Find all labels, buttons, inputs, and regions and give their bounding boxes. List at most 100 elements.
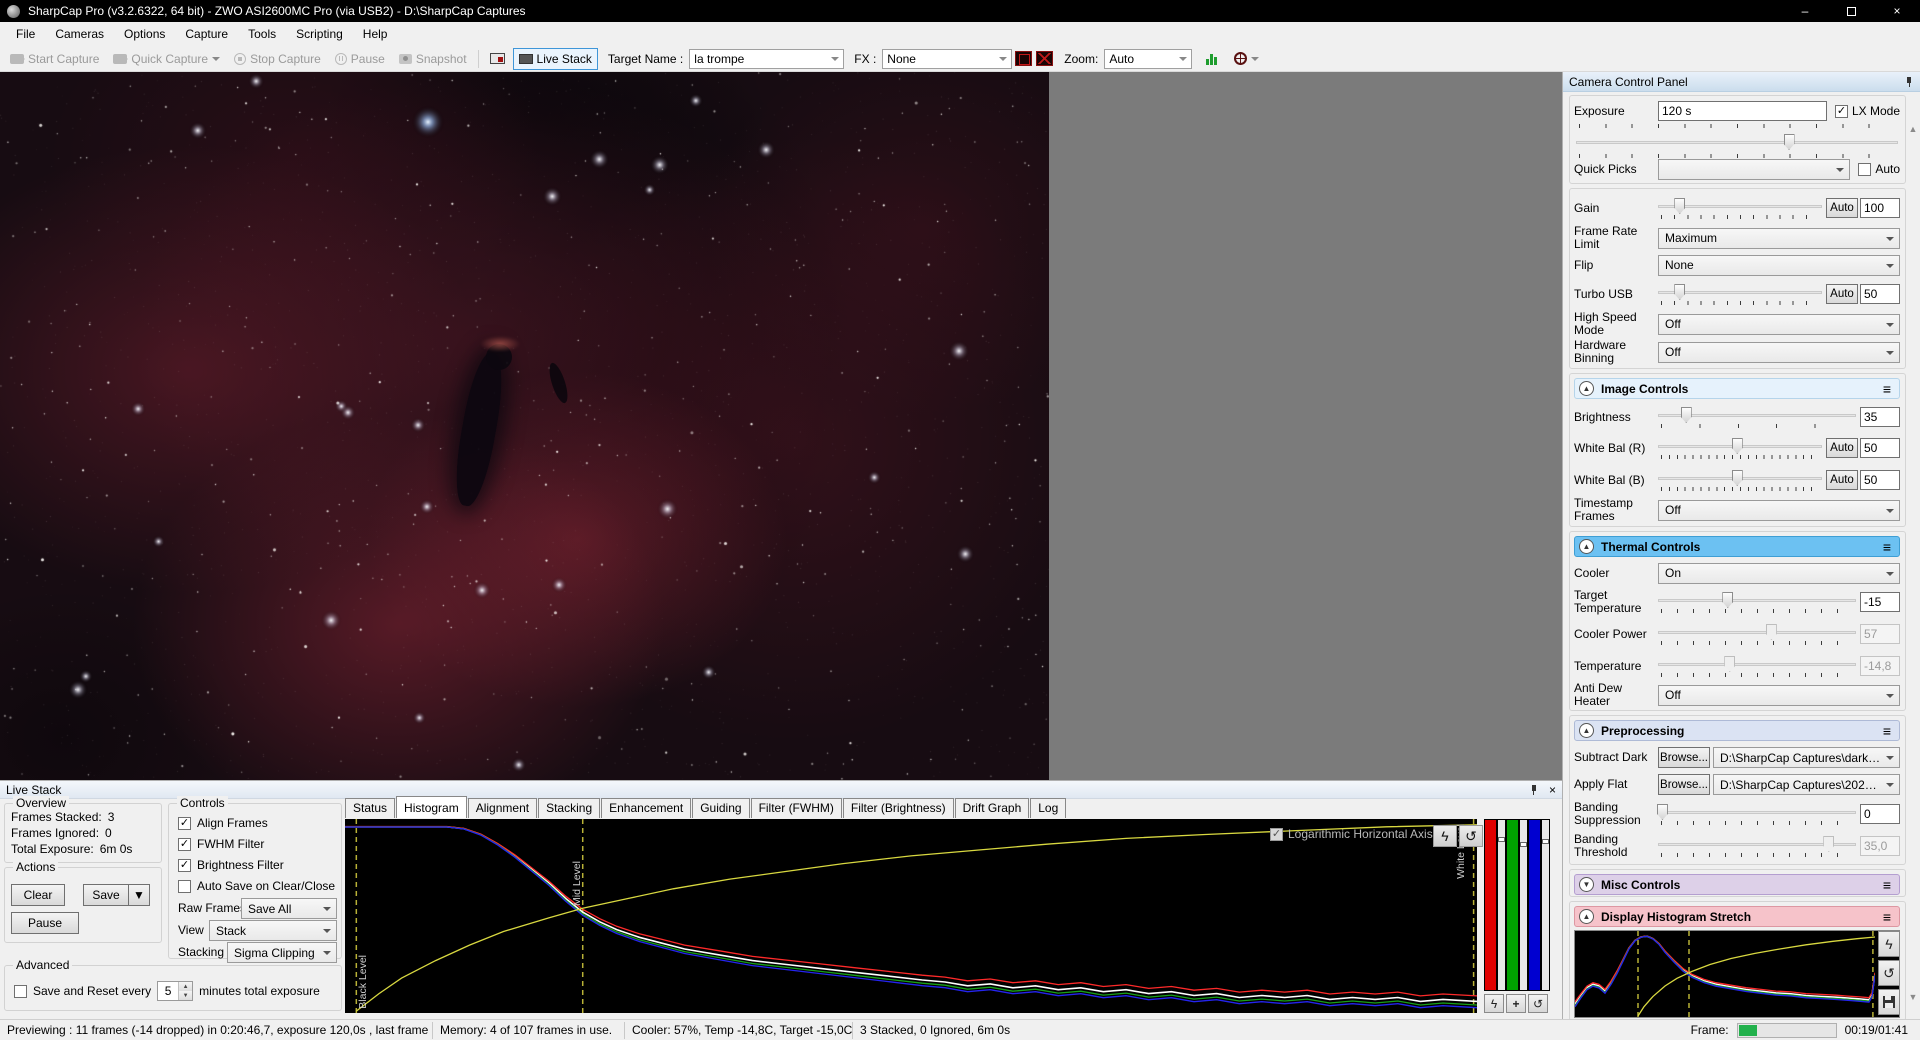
red-level-slider[interactable] xyxy=(1498,820,1505,990)
slider-thumb[interactable] xyxy=(1680,407,1692,423)
save-stretch-button[interactable] xyxy=(1878,989,1900,1015)
brightness-value[interactable] xyxy=(1860,407,1900,427)
expand-icon[interactable]: ▼ xyxy=(1579,877,1594,892)
exposure-slider[interactable] xyxy=(1576,134,1898,150)
preview-display-button[interactable] xyxy=(484,49,511,68)
tab-drift-graph[interactable]: Drift Graph xyxy=(954,798,1030,818)
subtract-dark-browse-button[interactable]: Browse... xyxy=(1658,747,1710,768)
slider-thumb[interactable] xyxy=(1674,198,1686,214)
raw-frames-dropdown[interactable]: Save All xyxy=(241,898,337,919)
live-histogram-plot[interactable]: Black Level Mid Level White Level ✓ Loga… xyxy=(345,819,1483,1013)
turbo-usb-slider[interactable] xyxy=(1658,284,1822,300)
high-speed-mode-dropdown[interactable]: Off xyxy=(1658,313,1900,335)
tab-alignment[interactable]: Alignment xyxy=(467,798,538,818)
tab-filter-fwhm-[interactable]: Filter (FWHM) xyxy=(750,798,842,818)
section-menu-icon[interactable]: ≡ xyxy=(1883,909,1891,925)
rgb-level-bars[interactable] xyxy=(1484,819,1550,991)
section-menu-icon[interactable]: ≡ xyxy=(1883,381,1891,397)
target-temperature-slider[interactable] xyxy=(1658,592,1856,608)
pin-icon[interactable] xyxy=(1904,76,1914,87)
black-level-label[interactable]: Black Level xyxy=(357,955,369,1009)
menu-cameras[interactable]: Cameras xyxy=(45,23,114,45)
target-temperature-value[interactable] xyxy=(1860,592,1900,612)
spin-up-icon[interactable]: ▲ xyxy=(179,982,193,991)
tab-stacking[interactable]: Stacking xyxy=(538,798,601,818)
exposure-auto-checkbox[interactable] xyxy=(1858,162,1872,176)
slider-thumb[interactable] xyxy=(1722,592,1734,608)
preprocessing-header[interactable]: ▲ Preprocessing ≡ xyxy=(1574,720,1900,741)
start-capture-button[interactable]: Start Capture xyxy=(4,48,105,70)
tab-status[interactable]: Status xyxy=(345,798,396,818)
stretch-histogram-plot[interactable]: ϟ ↺ xyxy=(1574,930,1900,1018)
fx-combo[interactable]: None xyxy=(882,48,1013,69)
captured-image-nebula[interactable] xyxy=(0,72,1049,780)
blue-level-bar[interactable] xyxy=(1529,820,1540,990)
slider-thumb[interactable] xyxy=(1674,284,1686,300)
minimize-button[interactable]: – xyxy=(1782,0,1828,22)
cooler-dropdown[interactable]: On xyxy=(1658,562,1900,584)
snapshot-button[interactable]: Snapshot xyxy=(393,48,473,70)
maximize-button[interactable] xyxy=(1828,0,1874,22)
section-menu-icon[interactable]: ≡ xyxy=(1883,877,1891,893)
turbo-usb-value[interactable] xyxy=(1860,284,1900,304)
fwhm-filter-checkbox[interactable]: ✓ FWHM Filter xyxy=(178,837,264,851)
exposure-input[interactable] xyxy=(1658,101,1827,121)
apply-flat-dropdown[interactable]: D:\SharpCap Captures\2020-05-... xyxy=(1713,774,1900,795)
target-name-combo[interactable]: la trompe xyxy=(689,48,845,69)
display-histogram-stretch-header[interactable]: ▲ Display Histogram Stretch ≡ xyxy=(1574,906,1900,927)
tab-guiding[interactable]: Guiding xyxy=(692,798,750,818)
menu-scripting[interactable]: Scripting xyxy=(286,23,353,45)
banding-suppression-slider[interactable] xyxy=(1656,804,1856,820)
slider-thumb[interactable] xyxy=(1731,470,1743,486)
menu-help[interactable]: Help xyxy=(353,23,398,45)
slider-thumb[interactable] xyxy=(1731,438,1743,454)
gain-auto-button[interactable]: Auto xyxy=(1826,198,1858,218)
green-level-bar[interactable] xyxy=(1507,820,1518,990)
white-bal-r-slider[interactable] xyxy=(1658,438,1822,454)
pause-stack-button[interactable]: Pause xyxy=(11,912,79,934)
anti-dew-heater-dropdown[interactable]: Off xyxy=(1658,684,1900,706)
auto-histogram-button[interactable]: ϟ xyxy=(1433,825,1457,847)
thermal-controls-header[interactable]: ▲ Thermal Controls ≡ xyxy=(1574,536,1900,557)
close-button[interactable]: × xyxy=(1874,0,1920,22)
quick-capture-button[interactable]: Quick Capture xyxy=(107,48,226,70)
image-controls-header[interactable]: ▲ Image Controls ≡ xyxy=(1574,378,1900,399)
gain-value[interactable] xyxy=(1860,198,1900,218)
underexposure-indicator-button[interactable] xyxy=(1036,51,1054,66)
brightness-slider[interactable] xyxy=(1658,407,1856,423)
subtract-dark-dropdown[interactable]: D:\SharpCap Captures\darks\Z... xyxy=(1713,747,1900,768)
gain-slider[interactable] xyxy=(1658,198,1822,214)
white-bal-b-value[interactable] xyxy=(1860,470,1900,490)
auto-save-checkbox[interactable]: Auto Save on Clear/Close xyxy=(178,879,335,893)
overexposure-indicator-button[interactable] xyxy=(1015,51,1033,66)
section-menu-icon[interactable]: ≡ xyxy=(1883,539,1891,555)
reset-levels-button[interactable]: ↺ xyxy=(1528,994,1548,1013)
pin-icon[interactable] xyxy=(1529,784,1539,795)
green-level-slider[interactable] xyxy=(1520,820,1527,990)
slider-thumb[interactable] xyxy=(1783,134,1795,150)
reset-stretch-button[interactable]: ↺ xyxy=(1878,960,1900,986)
tab-histogram[interactable]: Histogram xyxy=(396,796,467,818)
log-axis-checkbox[interactable]: ✓ xyxy=(1270,827,1283,841)
hardware-binning-dropdown[interactable]: Off xyxy=(1658,341,1900,363)
turbo-usb-auto-button[interactable]: Auto xyxy=(1826,284,1858,304)
banding-suppression-value[interactable] xyxy=(1860,804,1900,824)
zoom-combo[interactable]: Auto xyxy=(1104,48,1193,69)
flip-dropdown[interactable]: None xyxy=(1658,254,1900,276)
blue-level-slider[interactable] xyxy=(1542,820,1549,990)
collapse-icon[interactable]: ▲ xyxy=(1579,723,1594,738)
log-axis-toggle[interactable]: ✓ Logarithmic Horizontal Axis xyxy=(1270,827,1433,841)
frame-rate-limit-dropdown[interactable]: Maximum xyxy=(1658,227,1900,249)
menu-tools[interactable]: Tools xyxy=(238,23,286,45)
close-icon[interactable]: × xyxy=(1549,783,1556,797)
menu-options[interactable]: Options xyxy=(114,23,175,45)
white-bal-b-auto-button[interactable]: Auto xyxy=(1826,470,1858,490)
save-reset-checkbox[interactable]: Save and Reset every 5 ▲ ▼ minutes total … xyxy=(14,981,320,1001)
auto-stretch-button[interactable]: ϟ xyxy=(1878,931,1900,957)
collapse-icon[interactable]: ▲ xyxy=(1579,381,1594,396)
view-dropdown[interactable]: Stack xyxy=(209,920,337,941)
reset-histogram-button[interactable]: ↺ xyxy=(1459,825,1483,847)
align-frames-checkbox[interactable]: ✓ Align Frames xyxy=(178,816,268,830)
menu-capture[interactable]: Capture xyxy=(175,23,238,45)
reticule-button[interactable] xyxy=(1228,48,1265,69)
